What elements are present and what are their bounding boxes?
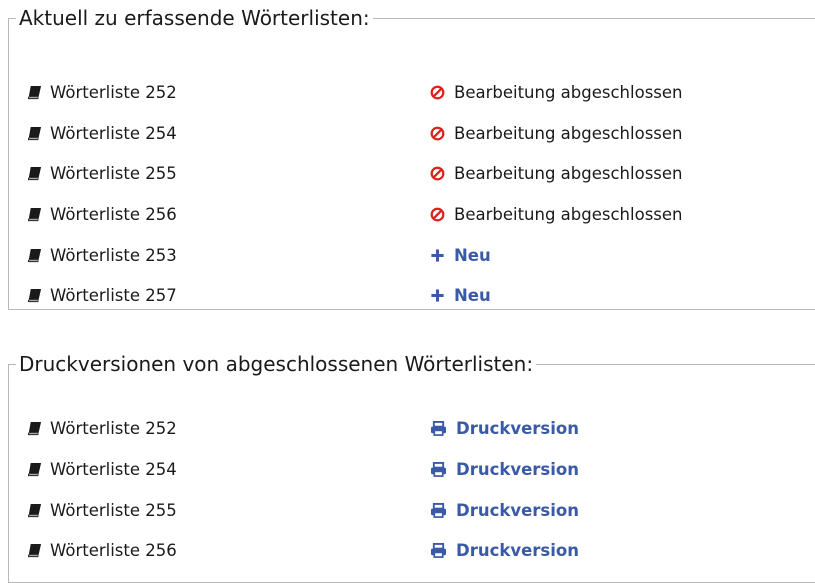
wordlist-item: Wörterliste 255 bbox=[27, 498, 177, 522]
wordlist-row: Wörterliste 257 Neu bbox=[27, 283, 815, 307]
wordlist-label: Wörterliste 252 bbox=[50, 418, 177, 438]
current-wordlists-section: Aktuell zu erfassende Wörterlisten: Wört… bbox=[8, 7, 815, 310]
wordlist-item: Wörterliste 252 bbox=[27, 80, 177, 104]
current-wordlists-legend: Aktuell zu erfassende Wörterlisten: bbox=[19, 6, 370, 30]
new-link[interactable]: Neu bbox=[430, 283, 491, 307]
wordlist-row: Wörterliste 254 Bearbeitung abgeschlosse… bbox=[27, 121, 815, 145]
wordlist-label: Wörterliste 257 bbox=[50, 285, 177, 305]
print-version-label: Druckversion bbox=[456, 500, 579, 520]
new-link-label: Neu bbox=[454, 245, 491, 265]
print-version-link[interactable]: Druckversion bbox=[430, 416, 579, 440]
wordlist-row: Wörterliste 253 Neu bbox=[27, 243, 815, 267]
wordlist-item: Wörterliste 254 bbox=[27, 121, 177, 145]
wordlist-label: Wörterliste 252 bbox=[50, 82, 177, 102]
print-icon bbox=[431, 502, 446, 518]
plus-icon bbox=[431, 288, 444, 302]
wordlist-item: Wörterliste 254 bbox=[27, 457, 177, 481]
print-versions-legend: Druckversionen von abgeschlossenen Wörte… bbox=[19, 352, 534, 376]
print-version-label: Druckversion bbox=[456, 459, 579, 479]
status-closed: Bearbeitung abgeschlossen bbox=[430, 121, 683, 145]
ban-icon bbox=[430, 207, 445, 221]
status-label: Bearbeitung abgeschlossen bbox=[454, 204, 683, 224]
ban-icon bbox=[430, 85, 445, 99]
wordlist-label: Wörterliste 255 bbox=[50, 500, 177, 520]
book-icon bbox=[27, 126, 42, 140]
ban-icon bbox=[430, 126, 445, 140]
wordlist-item: Wörterliste 255 bbox=[27, 161, 177, 185]
wordlist-item: Wörterliste 256 bbox=[27, 202, 177, 226]
book-icon bbox=[27, 503, 42, 517]
print-row: Wörterliste 255 Druckversion bbox=[27, 498, 815, 522]
wordlist-label: Wörterliste 253 bbox=[50, 245, 177, 265]
status-closed: Bearbeitung abgeschlossen bbox=[430, 161, 683, 185]
wordlist-row: Wörterliste 255 Bearbeitung abgeschlosse… bbox=[27, 161, 815, 185]
print-row: Wörterliste 254 Druckversion bbox=[27, 457, 815, 481]
wordlist-row: Wörterliste 256 Bearbeitung abgeschlosse… bbox=[27, 202, 815, 226]
wordlist-item: Wörterliste 253 bbox=[27, 243, 177, 267]
print-version-link[interactable]: Druckversion bbox=[430, 457, 579, 481]
new-link-label: Neu bbox=[454, 285, 491, 305]
book-icon bbox=[27, 462, 42, 476]
print-row: Wörterliste 256 Druckversion bbox=[27, 538, 815, 562]
print-icon bbox=[431, 461, 446, 477]
print-version-link[interactable]: Druckversion bbox=[430, 538, 579, 562]
book-icon bbox=[27, 421, 42, 435]
status-closed: Bearbeitung abgeschlossen bbox=[430, 80, 683, 104]
print-version-link[interactable]: Druckversion bbox=[430, 498, 579, 522]
wordlist-label: Wörterliste 254 bbox=[50, 123, 177, 143]
wordlist-label: Wörterliste 256 bbox=[50, 540, 177, 560]
status-label: Bearbeitung abgeschlossen bbox=[454, 163, 683, 183]
print-version-label: Druckversion bbox=[456, 418, 579, 438]
book-icon bbox=[27, 288, 42, 302]
ban-icon bbox=[430, 166, 445, 180]
book-icon bbox=[27, 207, 42, 221]
status-label: Bearbeitung abgeschlossen bbox=[454, 123, 683, 143]
print-icon bbox=[431, 420, 446, 436]
wordlist-label: Wörterliste 254 bbox=[50, 459, 177, 479]
status-closed: Bearbeitung abgeschlossen bbox=[430, 202, 683, 226]
wordlist-row: Wörterliste 252 Bearbeitung abgeschlosse… bbox=[27, 80, 815, 104]
new-link[interactable]: Neu bbox=[430, 243, 491, 267]
wordlist-item: Wörterliste 257 bbox=[27, 283, 177, 307]
status-label: Bearbeitung abgeschlossen bbox=[454, 82, 683, 102]
print-icon bbox=[431, 542, 446, 558]
book-icon bbox=[27, 543, 42, 557]
wordlist-item: Wörterliste 256 bbox=[27, 538, 177, 562]
wordlist-label: Wörterliste 256 bbox=[50, 204, 177, 224]
book-icon bbox=[27, 166, 42, 180]
wordlist-item: Wörterliste 252 bbox=[27, 416, 177, 440]
wordlist-label: Wörterliste 255 bbox=[50, 163, 177, 183]
plus-icon bbox=[431, 248, 444, 262]
book-icon bbox=[27, 248, 42, 262]
print-row: Wörterliste 252 Druckversion bbox=[27, 416, 815, 440]
print-version-label: Druckversion bbox=[456, 540, 579, 560]
book-icon bbox=[27, 85, 42, 99]
print-versions-section: Druckversionen von abgeschlossenen Wörte… bbox=[8, 353, 815, 583]
